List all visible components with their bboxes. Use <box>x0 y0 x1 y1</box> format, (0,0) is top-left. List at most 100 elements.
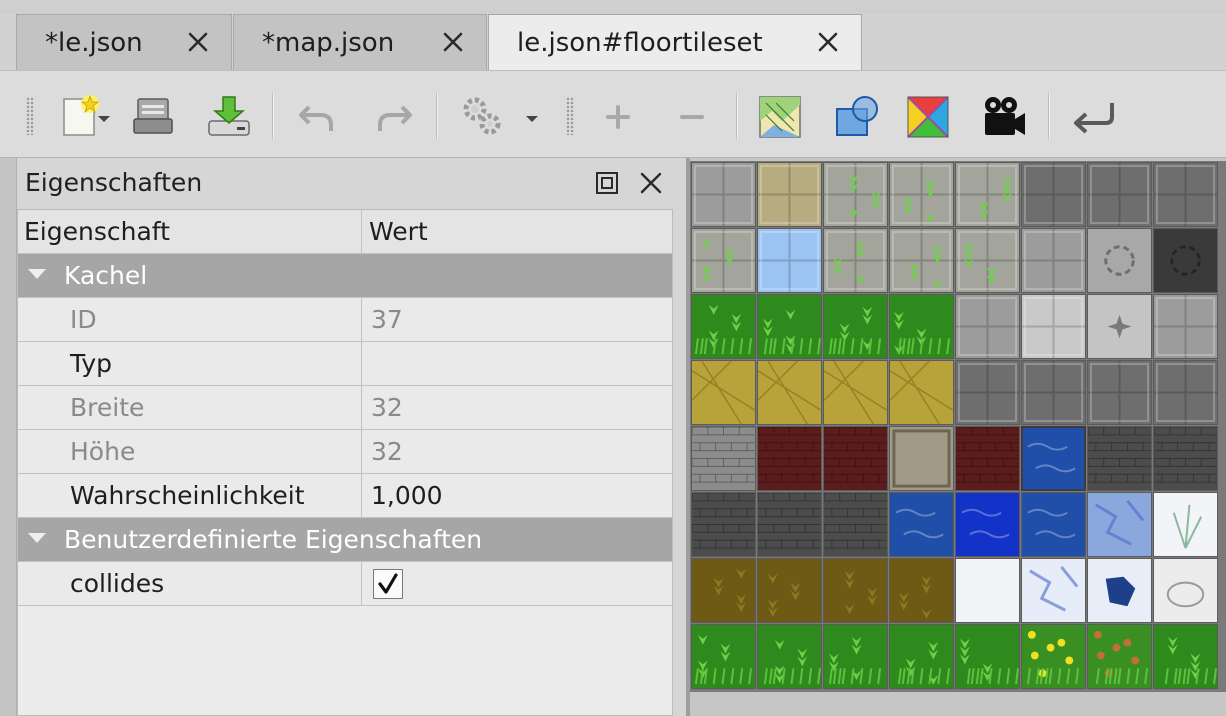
open-file-button[interactable] <box>126 89 182 145</box>
collides-checkbox[interactable] <box>373 569 403 599</box>
tileset-tile[interactable] <box>889 228 954 293</box>
tileset-tile[interactable] <box>955 360 1020 425</box>
tileset-tile[interactable] <box>691 426 756 491</box>
tileset-tile[interactable] <box>1153 624 1218 689</box>
expand-caret-icon[interactable] <box>28 533 46 543</box>
tileset-tile[interactable] <box>1021 162 1086 227</box>
tileset-tile[interactable] <box>691 624 756 689</box>
tileset-tile[interactable] <box>955 294 1020 359</box>
tileset-tile[interactable] <box>1021 294 1086 359</box>
tileset-tile[interactable] <box>1087 426 1152 491</box>
float-panel-button[interactable] <box>593 169 621 197</box>
remove-button[interactable] <box>664 89 720 145</box>
tileset-tile[interactable] <box>1153 492 1218 557</box>
settings-dropdown[interactable] <box>523 111 541 125</box>
tileset-tile[interactable] <box>823 228 888 293</box>
tileset-tile[interactable] <box>1153 228 1218 293</box>
tileset-tile[interactable] <box>889 426 954 491</box>
column-header-value[interactable]: Wert <box>363 210 672 253</box>
tileset-tile[interactable] <box>691 360 756 425</box>
tileset-tile[interactable] <box>757 228 822 293</box>
property-value-editor[interactable]: 1,000 <box>363 474 672 517</box>
new-file-dropdown[interactable] <box>95 111 113 125</box>
tileset-tile[interactable] <box>823 624 888 689</box>
tileset-tile[interactable] <box>1153 294 1218 359</box>
tileset-grid[interactable] <box>690 161 1226 692</box>
tileset-tile[interactable] <box>691 162 756 227</box>
close-panel-button[interactable] <box>637 169 665 197</box>
tileset-tile[interactable] <box>691 294 756 359</box>
property-value-editor[interactable] <box>363 342 672 385</box>
tileset-tile[interactable] <box>955 426 1020 491</box>
tileset-tile[interactable] <box>823 162 888 227</box>
return-button[interactable] <box>1066 89 1122 145</box>
tileset-tile[interactable] <box>691 228 756 293</box>
tileset-tile[interactable] <box>757 426 822 491</box>
tileset-tile[interactable] <box>1021 558 1086 623</box>
close-icon[interactable] <box>185 29 211 55</box>
property-row-hoehe[interactable]: Höhe 32 <box>18 430 672 474</box>
property-row-wahrscheinlichkeit[interactable]: Wahrscheinlichkeit 1,000 <box>18 474 672 518</box>
tab-map-json[interactable]: *map.json <box>233 14 487 70</box>
tileset-tile[interactable] <box>955 492 1020 557</box>
animation-button[interactable] <box>975 89 1031 145</box>
tileset-tile[interactable] <box>757 294 822 359</box>
tileset-tile[interactable] <box>1021 624 1086 689</box>
tileset-tile[interactable] <box>889 162 954 227</box>
tileset-tile[interactable] <box>1153 558 1218 623</box>
property-row-breite[interactable]: Breite 32 <box>18 386 672 430</box>
tileset-tile[interactable] <box>1153 162 1218 227</box>
tileset-tile[interactable] <box>1087 558 1152 623</box>
tileset-tile[interactable] <box>955 624 1020 689</box>
tileset-tile[interactable] <box>691 558 756 623</box>
tileset-tile[interactable] <box>955 558 1020 623</box>
tileset-tile[interactable] <box>757 558 822 623</box>
column-header-property[interactable]: Eigenschaft <box>18 210 362 253</box>
tileset-tile[interactable] <box>1087 624 1152 689</box>
expand-caret-icon[interactable] <box>28 269 46 279</box>
tileset-tile[interactable] <box>889 624 954 689</box>
collision-button[interactable] <box>829 89 885 145</box>
add-button[interactable] <box>590 89 646 145</box>
close-icon[interactable] <box>815 29 841 55</box>
close-icon[interactable] <box>440 29 466 55</box>
toolbar-grip[interactable] <box>566 97 574 135</box>
tileset-tile[interactable] <box>1021 492 1086 557</box>
property-row-typ[interactable]: Typ <box>18 342 672 386</box>
tileset-tile[interactable] <box>1087 228 1152 293</box>
property-row-collides[interactable]: collides <box>18 562 672 606</box>
tileset-tile[interactable] <box>823 294 888 359</box>
tileset-tile[interactable] <box>889 360 954 425</box>
terrain-button[interactable] <box>752 89 808 145</box>
property-row-id[interactable]: ID 37 <box>18 298 672 342</box>
redo-button[interactable] <box>366 89 422 145</box>
tileset-tile[interactable] <box>1153 426 1218 491</box>
tileset-tile[interactable] <box>955 228 1020 293</box>
tileset-tile[interactable] <box>823 426 888 491</box>
tileset-tile[interactable] <box>1087 162 1152 227</box>
tileset-tile[interactable] <box>691 492 756 557</box>
tileset-tile[interactable] <box>1087 360 1152 425</box>
tileset-tile[interactable] <box>757 162 822 227</box>
tileset-tile[interactable] <box>823 360 888 425</box>
tileset-tile[interactable] <box>1153 360 1218 425</box>
tileset-tile[interactable] <box>823 492 888 557</box>
tab-le-json[interactable]: *le.json <box>16 14 232 70</box>
tileset-tile[interactable] <box>757 360 822 425</box>
toolbar-grip[interactable] <box>26 97 34 135</box>
tileset-tile[interactable] <box>889 294 954 359</box>
tileset-tile[interactable] <box>1087 294 1152 359</box>
tileset-tile[interactable] <box>1021 360 1086 425</box>
tileset-tile[interactable] <box>1021 426 1086 491</box>
settings-button[interactable] <box>455 89 511 145</box>
tileset-tile[interactable] <box>889 492 954 557</box>
save-button[interactable] <box>201 89 257 145</box>
tileset-tile[interactable] <box>823 558 888 623</box>
tileset-tile[interactable] <box>757 624 822 689</box>
tileset-tile[interactable] <box>757 492 822 557</box>
tab-floortileset[interactable]: le.json#floortileset <box>488 14 862 71</box>
property-value[interactable]: 1,000 <box>371 481 443 510</box>
tileset-tile[interactable] <box>1087 492 1152 557</box>
tileset-tile[interactable] <box>889 558 954 623</box>
wang-color-button[interactable] <box>900 89 956 145</box>
